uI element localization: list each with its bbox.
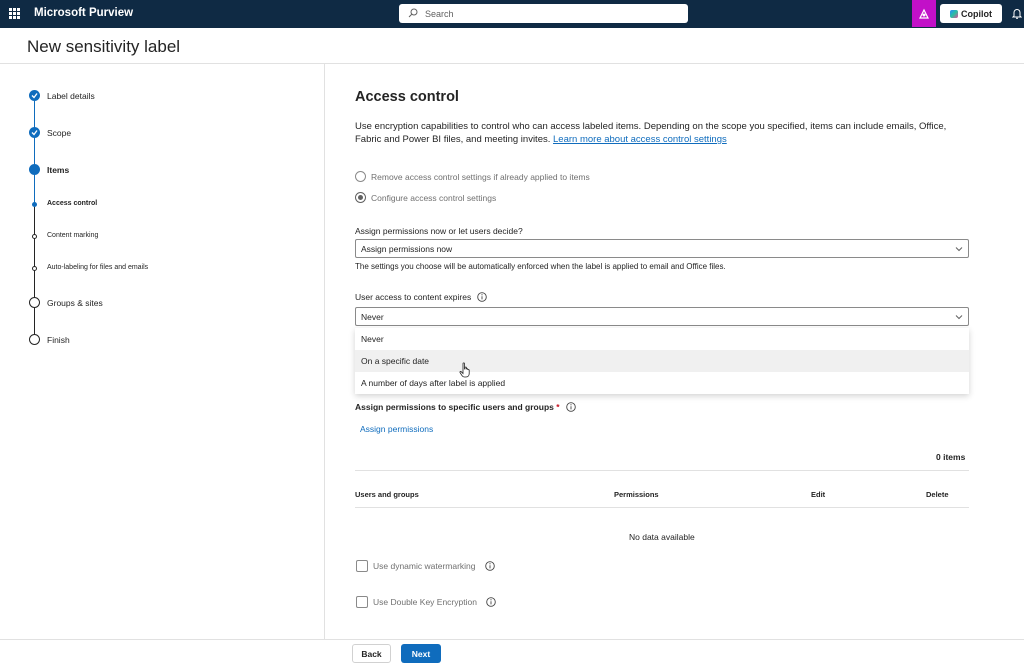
copilot-agent-button[interactable]: [912, 0, 936, 27]
notification-bell-icon[interactable]: [1012, 8, 1022, 19]
radio-remove-access-control[interactable]: Remove access control settings if alread…: [355, 171, 590, 182]
items-count: 0 items: [936, 452, 966, 462]
current-substep-indicator: [32, 202, 37, 207]
checkbox-double-key-encryption[interactable]: Use Double Key Encryption: [356, 596, 496, 608]
radio-label: Remove access control settings if alread…: [371, 171, 590, 182]
search-box[interactable]: Search: [399, 4, 688, 23]
search-placeholder: Search: [425, 9, 454, 19]
substep-indicator: [32, 266, 37, 271]
checkbox-dynamic-watermarking[interactable]: Use dynamic watermarking: [356, 560, 495, 572]
radio-configure-access-control[interactable]: Configure access control settings: [355, 192, 496, 203]
dropdown-value: Assign permissions now: [361, 244, 453, 254]
copilot-button[interactable]: Copilot: [940, 4, 1002, 23]
stepper-rail-current: [34, 175, 35, 205]
column-header[interactable]: Delete: [926, 490, 949, 499]
back-button[interactable]: Back: [352, 644, 391, 663]
checkmark-icon: [29, 90, 40, 101]
step-label: Content marking: [47, 232, 99, 239]
dropdown-value: Never: [361, 312, 384, 322]
radio-label: Configure access control settings: [371, 192, 497, 203]
step-label: Scope: [47, 128, 72, 138]
info-icon[interactable]: [486, 597, 496, 607]
section-description: Use encryption capabilities to control w…: [355, 120, 975, 146]
assign-mode-label: Assign permissions now or let users deci…: [355, 226, 523, 236]
copilot-logo-icon: [950, 9, 958, 18]
step-label: Groups & sites: [47, 298, 103, 308]
search-icon: [408, 8, 418, 18]
top-bar: Microsoft Purview Search Copilot: [0, 0, 1024, 28]
app-launcher-icon[interactable]: [9, 8, 20, 19]
stepper-rail-pending: [34, 205, 35, 340]
assign-permissions-title-row: Assign permissions to specific users and…: [355, 402, 576, 412]
option-label: On a specific date: [361, 356, 430, 366]
table-top-divider: [355, 470, 969, 471]
assign-mode-dropdown[interactable]: Assign permissions now: [355, 239, 969, 258]
section-title: Access control: [355, 89, 459, 105]
info-icon[interactable]: [565, 402, 576, 412]
title-text: Assign permissions to specific users and…: [355, 402, 554, 412]
radio-button[interactable]: [355, 171, 366, 182]
option-label: Never: [361, 334, 384, 344]
step-indicator: [29, 297, 40, 308]
info-icon[interactable]: [484, 561, 495, 571]
expiry-dropdown[interactable]: Never: [355, 307, 969, 326]
table-header-divider: [355, 507, 969, 508]
checkbox[interactable]: [356, 596, 368, 608]
assign-permissions-link[interactable]: Assign permissions: [360, 424, 433, 434]
assign-mode-hint: The settings you choose will be automati…: [355, 262, 726, 271]
step-label: Items: [47, 165, 70, 175]
checkmark-icon: [29, 127, 40, 138]
step-label: Auto-labeling for files and emails: [47, 264, 149, 271]
info-icon[interactable]: [477, 292, 487, 302]
next-button[interactable]: Next: [401, 644, 441, 663]
column-header[interactable]: Users and groups: [355, 490, 419, 499]
dropdown-option-days-after[interactable]: A number of days after label is applied: [355, 372, 969, 394]
step-label: Access control: [47, 200, 98, 207]
expiry-dropdown-menu: Never On a specific date A number of day…: [355, 328, 969, 394]
expiry-label-row: User access to content expires: [355, 292, 487, 302]
current-step-indicator: [29, 164, 40, 175]
sidebar-divider: [324, 64, 325, 639]
chevron-down-icon: [955, 247, 963, 252]
dropdown-option-specific-date[interactable]: On a specific date: [355, 350, 969, 372]
step-label: Label details: [47, 91, 95, 101]
app-name[interactable]: Microsoft Purview: [34, 7, 133, 19]
step-label: Finish: [47, 335, 70, 345]
substep-indicator: [32, 234, 37, 239]
footer-divider: [0, 639, 1024, 640]
pointer-cursor-icon: [459, 362, 470, 378]
expiry-label: User access to content expires: [355, 292, 472, 302]
option-label: A number of days after label is applied: [361, 378, 506, 388]
table-empty-text: No data available: [629, 532, 695, 542]
header-divider: [0, 63, 1024, 64]
checkbox-label: Use dynamic watermarking: [373, 561, 476, 571]
checkbox-label: Use Double Key Encryption: [373, 597, 477, 607]
required-marker: *: [556, 402, 560, 412]
column-header[interactable]: Permissions: [614, 490, 659, 499]
column-header[interactable]: Edit: [811, 490, 825, 499]
copilot-label: Copilot: [961, 8, 992, 19]
checkbox[interactable]: [356, 560, 368, 572]
assign-permissions-title: Assign permissions to specific users and…: [355, 402, 560, 412]
dropdown-option-never[interactable]: Never: [355, 328, 969, 350]
learn-more-link[interactable]: Learn more about access control settings: [553, 134, 727, 145]
step-indicator: [29, 334, 40, 345]
chevron-down-icon: [955, 315, 963, 320]
radio-button-checked[interactable]: [355, 192, 366, 203]
copilot-icon: [919, 8, 929, 19]
page-title: New sensitivity label: [27, 37, 181, 56]
